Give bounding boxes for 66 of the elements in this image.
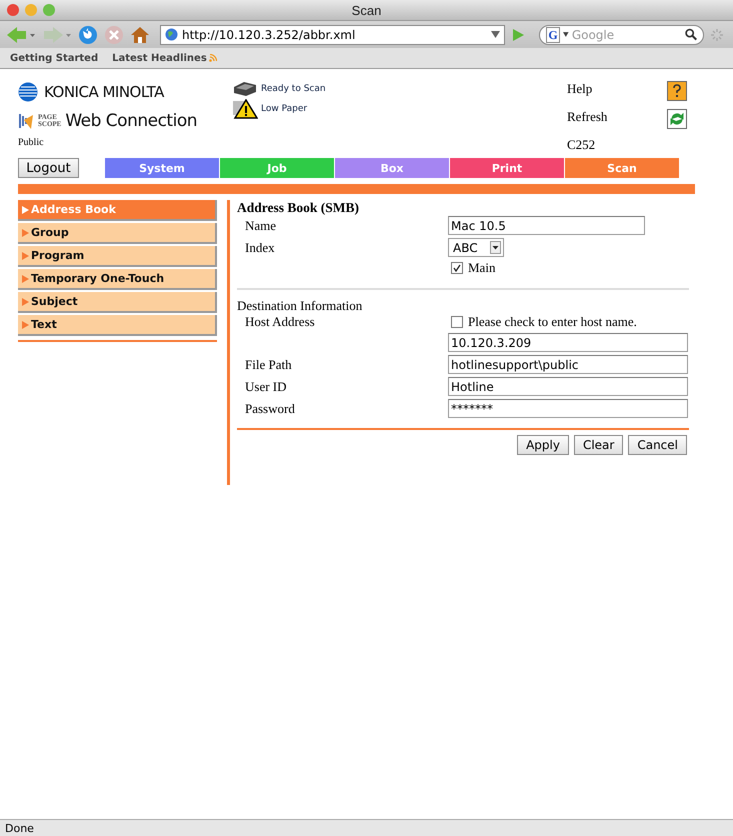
- sidebar-item[interactable]: Temporary One-Touch: [18, 269, 217, 290]
- triangle-icon: [22, 274, 29, 282]
- field-label: Index: [245, 240, 276, 256]
- file-path-field[interactable]: hotlinesupport\public: [448, 355, 688, 374]
- close-button[interactable]: [7, 4, 19, 16]
- form-button[interactable]: Clear: [574, 435, 624, 455]
- triangle-icon: [22, 298, 29, 306]
- help-button[interactable]: [667, 81, 687, 101]
- name-field[interactable]: Mac 10.5: [448, 216, 645, 235]
- nav-tab[interactable]: Print: [450, 158, 564, 178]
- pagescope-logo-icon: [18, 112, 34, 130]
- password-field[interactable]: *******: [448, 399, 688, 418]
- model-name: C252: [567, 137, 596, 153]
- help-label: Help: [567, 81, 594, 98]
- warning-icon: [232, 99, 258, 119]
- form-button[interactable]: Apply: [517, 435, 569, 455]
- globe-logo-icon: [18, 82, 38, 102]
- sidebar-item[interactable]: Program: [18, 246, 217, 267]
- sidebar-item[interactable]: Subject: [18, 292, 217, 313]
- bookmark-link[interactable]: Latest Headlines: [112, 52, 207, 64]
- bookmark-link[interactable]: Getting Started: [10, 52, 98, 64]
- user-id-field[interactable]: Hotline: [448, 377, 688, 396]
- triangle-icon: [22, 252, 29, 260]
- printer-icon: [232, 81, 258, 97]
- globe-icon: [165, 28, 178, 41]
- address-field[interactable]: http://10.120.3.252/abbr.xml: [160, 24, 505, 44]
- triangle-icon: [22, 228, 29, 236]
- host-field[interactable]: 10.120.3.209: [448, 333, 688, 352]
- home-icon[interactable]: [130, 24, 150, 44]
- question-mark-icon: [670, 83, 684, 99]
- sidebar-item[interactable]: Group: [18, 223, 217, 244]
- form-button[interactable]: Cancel: [628, 435, 687, 455]
- rss-icon: [208, 54, 217, 62]
- form-title: Address Book (SMB): [237, 200, 360, 216]
- status-text: Low Paper: [261, 104, 308, 114]
- field-label: User ID: [245, 378, 288, 394]
- search-field[interactable]: G Google: [539, 24, 704, 44]
- field-label: Password: [245, 400, 296, 416]
- sidebar-item[interactable]: Text: [18, 315, 217, 336]
- checkbox[interactable]: [451, 316, 463, 328]
- refresh-button[interactable]: [667, 109, 687, 129]
- status-text: Ready to Scan: [261, 84, 326, 94]
- nav-tab[interactable]: System: [105, 158, 219, 178]
- field-label: File Path: [245, 356, 293, 372]
- refresh-label: Refresh: [567, 109, 608, 126]
- triangle-icon: [22, 206, 29, 214]
- user-mode: Public: [18, 137, 45, 148]
- checkbox-label: Please check to enter host name.: [468, 314, 637, 330]
- field-label: Name: [245, 218, 278, 234]
- status-bar: Done: [0, 819, 733, 836]
- refresh-icon: [669, 111, 685, 127]
- triangle-icon: [22, 320, 29, 328]
- reload-icon[interactable]: [78, 24, 98, 44]
- product-name: Web Connection: [65, 111, 197, 131]
- spinner-icon: [710, 28, 724, 42]
- checkbox[interactable]: [451, 262, 463, 274]
- checkbox-label: Main: [468, 260, 496, 276]
- dropdown-icon[interactable]: [563, 32, 569, 37]
- logout-button[interactable]: Logout: [18, 158, 79, 178]
- field-label: Host Address: [245, 314, 316, 330]
- window-title: Scan: [352, 2, 382, 18]
- index-dropdown[interactable]: ABC: [448, 238, 504, 257]
- dropdown-icon[interactable]: [490, 241, 501, 254]
- search-icon[interactable]: [684, 28, 697, 41]
- section-title: Destination Information: [237, 298, 364, 314]
- brand-name: KONICA MINOLTA: [44, 83, 164, 101]
